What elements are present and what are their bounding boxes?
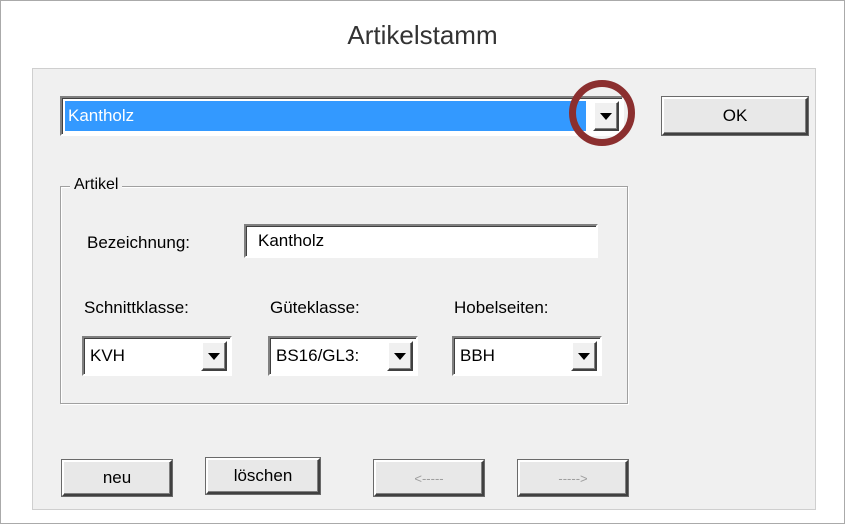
chevron-down-icon xyxy=(208,352,220,360)
gueteklasse-label: Güteklasse: xyxy=(270,298,360,317)
article-group-legend: Artikel xyxy=(70,176,123,194)
next-button[interactable]: -----> xyxy=(518,460,628,496)
selection-highlight xyxy=(65,101,586,131)
hobelseiten-select[interactable]: BBH xyxy=(452,336,602,376)
schnittklasse-label: Schnittklasse: xyxy=(84,298,189,317)
bezeichnung-input[interactable]: Kantholz xyxy=(244,224,598,258)
delete-button[interactable]: löschen xyxy=(206,458,320,494)
window-title: Artikelstamm xyxy=(347,20,498,50)
schnittklasse-dropdown-button[interactable] xyxy=(201,341,227,371)
ok-button[interactable]: OK xyxy=(662,97,808,135)
bezeichnung-input-value: Kantholz xyxy=(258,231,325,250)
chevron-down-icon xyxy=(578,352,590,360)
gueteklasse-dropdown-button[interactable] xyxy=(387,341,413,371)
gueteklasse-value: BS16/GL3: xyxy=(276,346,360,365)
hobelseiten-dropdown-button[interactable] xyxy=(571,341,597,371)
highlight-circle-annotation xyxy=(569,80,635,146)
schnittklasse-select[interactable]: KVH xyxy=(82,336,232,376)
schnittklasse-value: KVH xyxy=(90,346,125,365)
new-button[interactable]: neu xyxy=(62,460,172,496)
hobelseiten-label: Hobelseiten: xyxy=(454,298,549,317)
article-select-combobox[interactable]: Kantholz xyxy=(60,96,624,136)
article-select-value: Kantholz xyxy=(68,106,135,125)
gueteklasse-select[interactable]: BS16/GL3: xyxy=(268,336,418,376)
hobelseiten-value: BBH xyxy=(460,346,495,365)
chevron-down-icon xyxy=(394,352,406,360)
bezeichnung-label: Bezeichnung: xyxy=(87,233,191,252)
previous-button[interactable]: <----- xyxy=(374,460,484,496)
